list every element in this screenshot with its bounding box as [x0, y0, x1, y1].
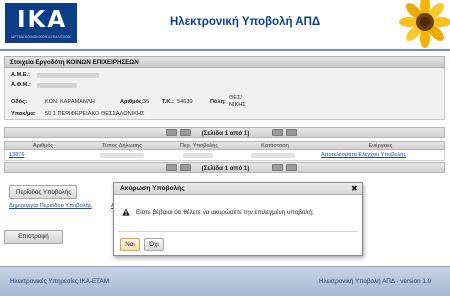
page-header: IKA ΙΔΡΥΜΑ ΚΟΙΝΩΝΙΚΩΝ ΑΣΦΑΛΙΣΕΩΝ Ηλεκτρο… — [0, 0, 450, 49]
afm-value-redacted — [37, 83, 77, 88]
employer-panel-title: Στοιχεία Εργοδότη ΚΟΙΝΩΝ ΕΠΙΧΕΙΡΗΣΕΩΝ — [10, 59, 139, 66]
number-value: 35 — [143, 99, 150, 105]
submission-number-link[interactable]: 13876 — [9, 152, 25, 158]
street-label: Οδός: — [11, 99, 27, 105]
column-header-actions: Ενέργειες — [368, 143, 393, 149]
pager-bottom-text: (Σελίδα 1 από 1) — [201, 165, 250, 172]
employer-panel-header: Στοιχεία Εργοδότη ΚΟΙΝΩΝ ΕΠΙΧΕΙΡΗΣΕΩΝ — [4, 56, 445, 68]
table-row: 13876 Αποτελέσματα Ελέγχου Υποβολής — [4, 150, 445, 161]
postcode-label: Τ.Κ.: — [162, 99, 174, 105]
number-label: Αριθμός: — [120, 99, 144, 105]
check-results-link[interactable]: Αποτελέσματα Ελέγχου Υποβολής — [321, 152, 406, 158]
no-button[interactable]: Όχι — [144, 238, 164, 251]
status-value-redacted — [251, 153, 295, 158]
warning-icon — [122, 208, 130, 216]
header-divider — [0, 49, 450, 51]
type-value-redacted — [100, 153, 144, 158]
street-value: ΚΩΝ. ΚΑΡΑΜΑΝΛΗ — [45, 99, 95, 105]
create-period-link[interactable]: Δημιουργία Περιόδου Υποβολής — [9, 203, 92, 209]
ika-logo: IKA ΙΔΡΥΜΑ ΚΟΙΝΩΝΙΚΩΝ ΑΣΦΑΛΙΣΕΩΝ — [5, 3, 77, 43]
city-value-line1: ΘΕΣ/ — [229, 95, 243, 101]
last-page-button[interactable] — [286, 129, 297, 136]
next-page-button[interactable] — [272, 164, 283, 171]
afm-label: Α.Φ.Μ.: — [11, 82, 31, 88]
close-icon[interactable]: ✖ — [351, 184, 358, 193]
yes-button[interactable]: Ναι — [120, 238, 140, 251]
dialog-header: Ακύρωση Υποβολής ✖ — [114, 183, 362, 195]
pager-top: (Σελίδα 1 από 1) — [4, 127, 445, 138]
footer-version-text: Ηλεκτρονική Υποβολή ΑΠΔ - version 1.0 — [319, 278, 432, 285]
column-header-type[interactable]: Τύπος Δήλωσης — [81, 143, 163, 149]
dialog-message: Είστε βέβαιοι ότι θέλετε να ακυρώσετε τη… — [136, 209, 314, 216]
next-page-button[interactable] — [272, 129, 283, 136]
cancel-submission-dialog: Ακύρωση Υποβολής ✖ Είστε βέβαιοι ότι θέλ… — [113, 182, 363, 256]
back-button[interactable]: Επιστροφή — [4, 230, 63, 244]
ame-label: Α.Μ.Ε.: — [11, 72, 30, 78]
pager-bottom: (Σελίδα 1 από 1) — [4, 162, 445, 173]
pager-top-text: (Σελίδα 1 από 1) — [201, 130, 250, 137]
logo-subtitle: ΙΔΡΥΜΑ ΚΟΙΝΩΝΙΚΩΝ ΑΣΦΑΛΙΣΕΩΝ — [11, 35, 71, 39]
dialog-title: Ακύρωση Υποβολής — [120, 185, 185, 192]
sunflower-image — [395, 0, 450, 49]
footer-services-text: Ηλεκτρονικές Υπηρεσίες ΙΚΑ-ΕΤΑΜ — [10, 278, 109, 285]
city-label: Πόλη: — [210, 99, 226, 105]
postcode-value: 54639 — [177, 99, 193, 105]
tab-submission-period[interactable]: Περίοδος Υποβολής — [9, 185, 77, 199]
dialog-divider — [118, 231, 358, 232]
logo-text: IKA — [17, 7, 68, 33]
page-title: Ηλεκτρονική Υποβολή ΑΠΔ — [170, 16, 321, 28]
branch-label: Υποκ/μα: — [11, 111, 36, 117]
column-header-number[interactable]: Αριθμός — [5, 143, 81, 149]
city-value-line2: ΝΙΚΗΣ — [229, 102, 246, 108]
column-header-status[interactable]: Κατάσταση — [235, 143, 315, 149]
column-header-period[interactable]: Περ. Υποβολής — [163, 143, 235, 149]
period-value-redacted — [183, 153, 213, 158]
employer-panel: Α.Μ.Ε.: Α.Φ.Μ.: Οδός: ΚΩΝ. ΚΑΡΑΜΑΝΛΗ Αρι… — [4, 68, 445, 120]
submissions-table-header: Αριθμός Τύπος Δήλωσης Περ. Υποβολής Κατά… — [4, 141, 445, 150]
last-page-button[interactable] — [286, 164, 297, 171]
page-footer: Ηλεκτρονικές Υπηρεσίες ΙΚΑ-ΕΤΑΜ Ηλεκτρον… — [0, 266, 450, 296]
tab-submission-period-label: Περίοδος Υποβολής — [16, 189, 72, 196]
branch-value: 50 1 ΠΕΡΙΦΕΡΕΙΑΚΟ ΘΕΣΣΑΛΟΝΙΚΗΣ — [45, 111, 145, 117]
ame-value-redacted — [37, 73, 99, 78]
